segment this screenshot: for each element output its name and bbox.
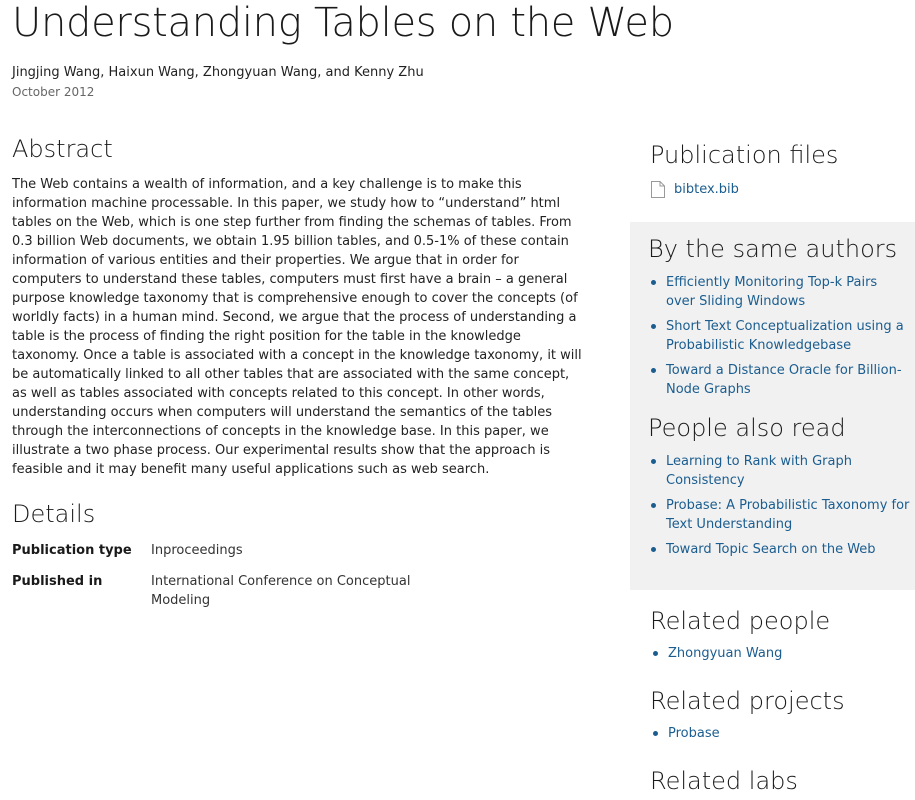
related-projects-heading: Related projects: [650, 687, 845, 715]
related-project-link[interactable]: Probase: [668, 726, 720, 741]
same-authors-link[interactable]: Efficiently Monitoring Top-k Pairs over …: [666, 275, 877, 309]
same-authors-list: Efficiently Monitoring Top-k Pairs over …: [648, 273, 910, 399]
related-labs-heading: Related labs: [650, 767, 798, 795]
related-projects-list: Probase: [650, 724, 912, 743]
related-person-link[interactable]: Zhongyuan Wang: [668, 646, 782, 661]
list-item: Zhongyuan Wang: [650, 644, 912, 663]
recommendations-panel: By the same authors Efficiently Monitori…: [630, 222, 915, 590]
main-content: Abstract The Web contains a wealth of in…: [12, 134, 584, 622]
people-also-read-heading: People also read: [648, 414, 846, 442]
detail-row-published-in: Published in International Conference on…: [12, 572, 584, 610]
author-list: Jingjing Wang, Haixun Wang, Zhongyuan Wa…: [12, 65, 424, 80]
list-item: Toward Topic Search on the Web: [648, 540, 910, 559]
list-item: Short Text Conceptualization using a Pro…: [648, 317, 910, 355]
people-also-read-list: Learning to Rank with Graph Consistency …: [648, 452, 910, 559]
list-item: Probase: A Probabilistic Taxonomy for Te…: [648, 496, 910, 534]
publication-files-heading: Publication files: [650, 141, 839, 169]
same-authors-link[interactable]: Short Text Conceptualization using a Pro…: [666, 319, 904, 353]
detail-value: Inproceedings: [151, 543, 243, 558]
list-item: Learning to Rank with Graph Consistency: [648, 452, 910, 490]
list-item: Efficiently Monitoring Top-k Pairs over …: [648, 273, 910, 311]
related-people-heading: Related people: [650, 607, 831, 635]
related-labs-section: Related labs: [650, 766, 912, 796]
document-icon: [651, 180, 667, 199]
list-item: Probase: [650, 724, 912, 743]
detail-row-publication-type: Publication type Inproceedings: [12, 541, 584, 560]
people-also-read-link[interactable]: Probase: A Probabilistic Taxonomy for Te…: [666, 498, 909, 532]
detail-label: Published in: [12, 574, 103, 589]
publication-date: October 2012: [12, 85, 95, 99]
page-title: Understanding Tables on the Web: [12, 0, 674, 46]
details-table: Publication type Inproceedings Published…: [12, 541, 584, 610]
publication-files-section: Publication files bibtex.bib: [650, 140, 912, 199]
bibtex-file-label[interactable]: bibtex.bib: [674, 180, 739, 199]
details-heading: Details: [12, 500, 96, 528]
same-authors-link[interactable]: Toward a Distance Oracle for Billion-Nod…: [666, 363, 902, 397]
detail-label: Publication type: [12, 543, 132, 558]
bibtex-file-link[interactable]: bibtex.bib: [650, 180, 912, 199]
people-also-read-link[interactable]: Learning to Rank with Graph Consistency: [666, 454, 852, 488]
related-people-list: Zhongyuan Wang: [650, 644, 912, 663]
same-authors-heading: By the same authors: [648, 235, 898, 263]
detail-value: International Conference on Conceptual M…: [151, 574, 411, 608]
list-item: Toward a Distance Oracle for Billion-Nod…: [648, 361, 910, 399]
related-projects-section: Related projects Probase: [650, 686, 912, 749]
related-people-section: Related people Zhongyuan Wang: [650, 606, 912, 669]
abstract-text: The Web contains a wealth of information…: [12, 177, 582, 477]
people-also-read-link[interactable]: Toward Topic Search on the Web: [666, 542, 876, 557]
abstract-heading: Abstract: [12, 135, 113, 163]
